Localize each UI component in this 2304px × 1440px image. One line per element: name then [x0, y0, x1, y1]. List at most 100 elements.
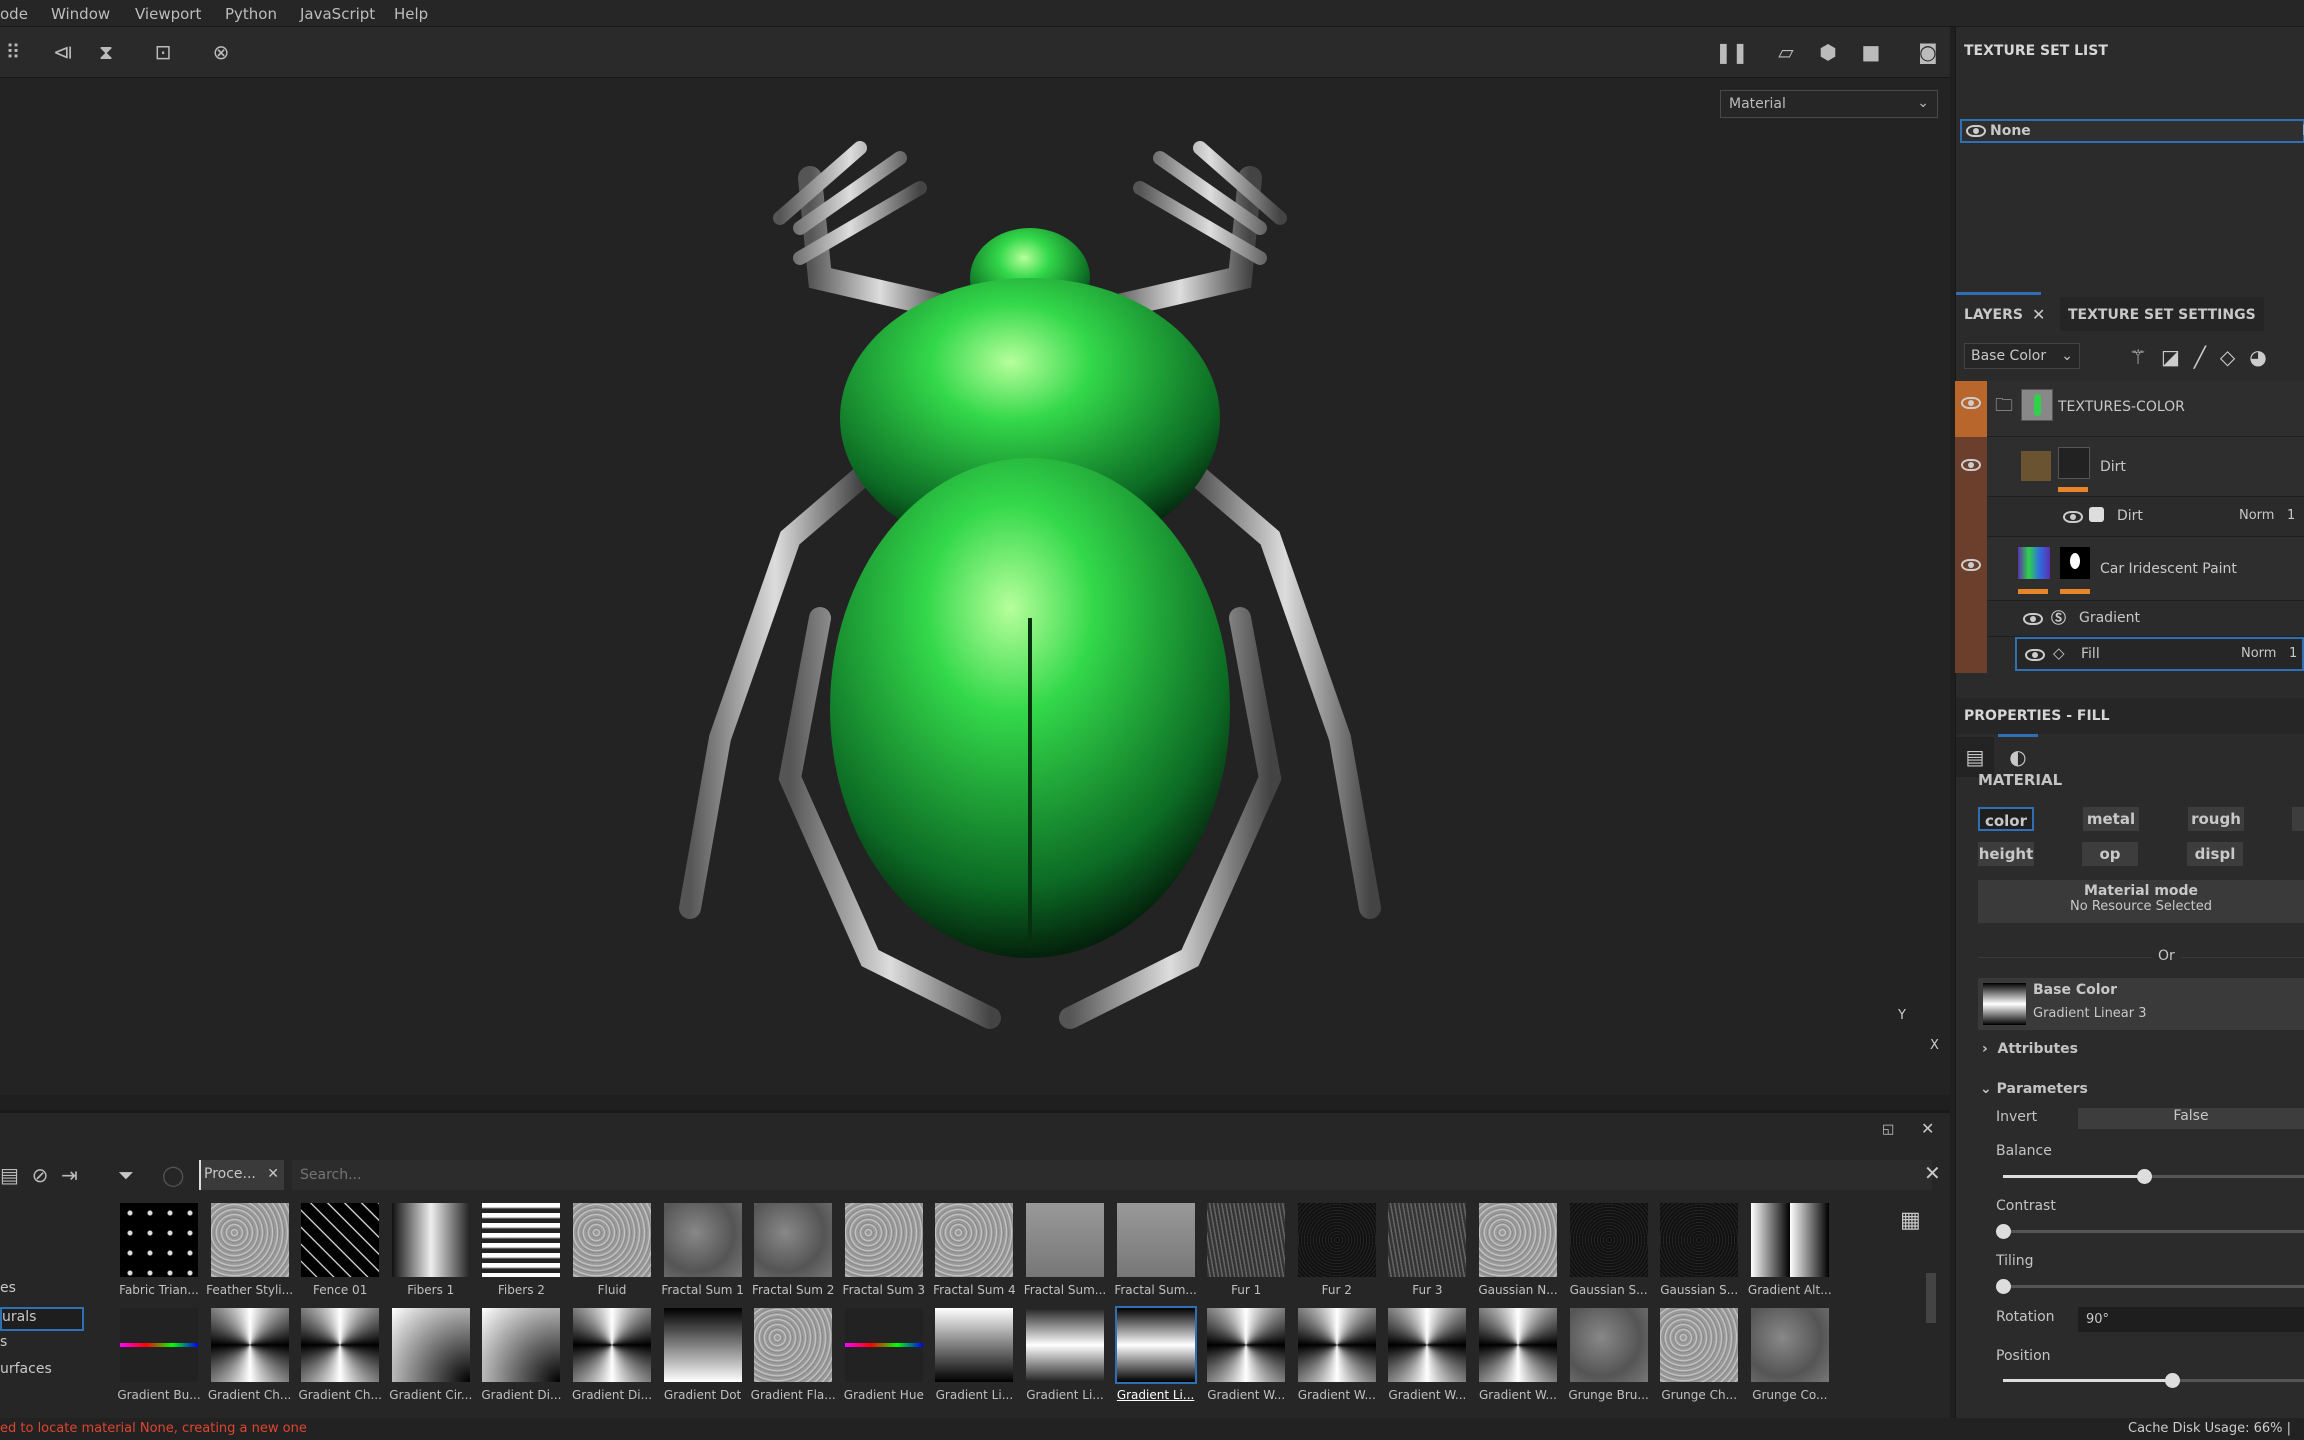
channel-displ-button[interactable]: displ — [2187, 842, 2243, 866]
texture-thumbnail[interactable] — [120, 1203, 198, 1277]
texture-label[interactable]: Gradient Di... — [477, 1388, 565, 1402]
texture-label[interactable]: Gradient Bu... — [115, 1388, 203, 1402]
texture-label[interactable]: Fractal Sum... — [1112, 1283, 1200, 1297]
texture-label[interactable]: Gradient Cir... — [387, 1388, 475, 1402]
refresh-icon[interactable]: ◯ — [162, 1163, 184, 1187]
texture-thumbnail[interactable] — [1026, 1203, 1104, 1277]
texture-thumbnail[interactable] — [210, 1308, 289, 1382]
eye-icon[interactable] — [2023, 613, 2043, 625]
texture-thumbnail[interactable] — [844, 1308, 923, 1382]
import-icon[interactable]: ⇥ — [61, 1163, 78, 1187]
maximize-icon[interactable]: ◱ — [1882, 1122, 1894, 1137]
texture-thumbnail[interactable] — [391, 1308, 470, 1382]
texture-thumbnail[interactable] — [391, 1203, 470, 1277]
texture-thumbnail[interactable] — [1297, 1308, 1376, 1382]
texture-label[interactable]: Grunge Ch... — [1655, 1388, 1743, 1402]
texture-thumbnail[interactable] — [754, 1308, 833, 1382]
texture-label[interactable]: Grunge Co... — [1746, 1388, 1834, 1402]
texture-set-item[interactable]: None M — [1960, 119, 2304, 143]
texture-label[interactable]: Gradient Ch... — [296, 1388, 384, 1402]
channel-height-button[interactable]: height — [1978, 842, 2034, 866]
opacity-value[interactable]: 1 — [2289, 646, 2297, 661]
texture-thumbnail[interactable] — [1569, 1203, 1648, 1277]
texture-label[interactable]: Gaussian N... — [1474, 1283, 1562, 1297]
eye-icon[interactable] — [1961, 559, 1981, 571]
clear-search-icon[interactable]: ✕ — [1924, 1161, 1941, 1185]
fill-bucket-icon[interactable]: ◇ — [2220, 345, 2249, 369]
menu-mode[interactable]: ode — [0, 5, 28, 23]
texture-label[interactable]: Gradient Dot — [659, 1388, 747, 1402]
position-slider[interactable] — [2003, 1373, 2304, 1388]
parameters-toggle[interactable]: ⌄ Parameters — [1980, 1081, 2088, 1097]
texture-label[interactable]: Fractal Sum 4 — [930, 1283, 1018, 1297]
texture-label[interactable]: Gradient W... — [1202, 1388, 1290, 1402]
texture-label[interactable]: Gradient Li... — [930, 1388, 1018, 1402]
texture-label[interactable]: Gradient W... — [1474, 1388, 1562, 1402]
smart-material-icon[interactable]: ◕ — [2249, 345, 2280, 369]
texture-label[interactable]: Fractal Sum... — [1021, 1283, 1109, 1297]
layer-row-car-iridescent-paint[interactable]: Car Iridescent Paint — [1955, 537, 2304, 673]
reset-icon[interactable]: ⊗ — [208, 39, 234, 65]
texture-label[interactable]: Gradient Li... — [1021, 1388, 1109, 1402]
texture-label[interactable]: Fur 2 — [1293, 1283, 1381, 1297]
texture-thumbnail[interactable] — [1479, 1203, 1557, 1277]
texture-thumbnail[interactable] — [573, 1203, 651, 1277]
texture-label[interactable]: Gradient Li... — [1112, 1388, 1200, 1402]
texture-thumbnail[interactable] — [1207, 1203, 1286, 1277]
cube-icon[interactable]: ⬢ — [1815, 39, 1841, 65]
eye-icon[interactable] — [1961, 397, 1981, 409]
texture-label[interactable]: Gradient Hue — [840, 1388, 928, 1402]
material-mode-slot[interactable]: Material mode No Resource Selected — [1978, 880, 2304, 923]
tab-texture-set-settings[interactable]: TEXTURE SET SETTINGS — [2060, 297, 2264, 331]
texture-thumbnail[interactable] — [210, 1203, 289, 1277]
list-icon[interactable]: ▤ — [0, 1163, 19, 1187]
layer-tools[interactable]: ⚚◪╱◇◕ — [2129, 345, 2281, 369]
eye-icon[interactable] — [2063, 511, 2083, 523]
menu-viewport[interactable]: Viewport — [135, 5, 201, 23]
texture-label[interactable]: Fibers 2 — [477, 1283, 565, 1297]
eye-icon[interactable] — [1961, 459, 1981, 471]
texture-thumbnail[interactable] — [1114, 1306, 1197, 1384]
texture-label[interactable]: Fractal Sum 2 — [749, 1283, 837, 1297]
texture-thumbnail[interactable] — [1388, 1308, 1467, 1382]
texture-label[interactable]: Fractal Sum 3 — [840, 1283, 928, 1297]
blend-mode-dropdown[interactable]: Norm — [2239, 508, 2274, 523]
texture-thumbnail[interactable] — [1660, 1203, 1739, 1277]
brush-icon[interactable]: ╱ — [2194, 345, 2220, 369]
display-mode-dropdown[interactable]: Material ⌄ — [1720, 90, 1938, 118]
texture-label[interactable]: Feather Styli... — [206, 1283, 294, 1297]
eye-icon[interactable] — [2025, 649, 2045, 661]
base-color-resource-slot[interactable]: Base Color Gradient Linear 3 — [1978, 978, 2304, 1030]
texture-label[interactable]: Gradient W... — [1383, 1388, 1471, 1402]
balance-slider[interactable] — [2003, 1169, 2304, 1184]
channel-metal-button[interactable]: metal — [2083, 807, 2139, 831]
layer-row-dirt-filter[interactable]: Dirt Norm 1 — [1987, 497, 2304, 537]
invert-toggle[interactable]: False — [2078, 1108, 2304, 1129]
tab-layers[interactable]: LAYERS — [1964, 307, 2023, 323]
channel-rough-button[interactable]: rough — [2188, 807, 2244, 831]
layer-row-fill[interactable]: ◇ Fill Norm 1 — [2015, 637, 2304, 671]
menu-python[interactable]: Python — [225, 5, 277, 23]
shelf-scrollbar[interactable] — [1926, 1273, 1936, 1323]
texture-thumbnail[interactable] — [844, 1203, 923, 1277]
texture-thumbnail[interactable] — [663, 1308, 742, 1382]
texture-label[interactable]: Gradient Ch... — [206, 1388, 294, 1402]
texture-thumbnail[interactable] — [301, 1203, 380, 1277]
texture-label[interactable]: Fur 1 — [1202, 1283, 1290, 1297]
texture-label[interactable]: Fluid — [568, 1283, 656, 1297]
pause-icon[interactable]: ❚❚ — [1715, 39, 1749, 65]
layer-row-folder[interactable]: 🗀 TEXTURES-COLOR — [1955, 381, 2304, 437]
channel-dropdown[interactable]: Base Color ⌄ — [1964, 343, 2080, 369]
texture-thumbnail[interactable] — [301, 1308, 380, 1382]
grid-view-icon[interactable]: ▦ — [1900, 1208, 1921, 1233]
channel-op-button[interactable]: op — [2082, 842, 2138, 866]
mirror-x-icon[interactable]: ⧏ — [50, 39, 76, 65]
filter-tag-chip[interactable]: Proce... ✕ — [199, 1160, 284, 1190]
shelf-category-item[interactable]: urals — [0, 1307, 84, 1331]
texture-label[interactable]: Gaussian S... — [1565, 1283, 1653, 1297]
shelf-category-item[interactable]: s — [0, 1334, 84, 1358]
opacity-value[interactable]: 1 — [2287, 508, 2295, 523]
contrast-slider[interactable] — [1996, 1224, 2304, 1239]
texture-thumbnail[interactable] — [573, 1308, 651, 1382]
texture-thumbnail[interactable] — [935, 1308, 1014, 1382]
